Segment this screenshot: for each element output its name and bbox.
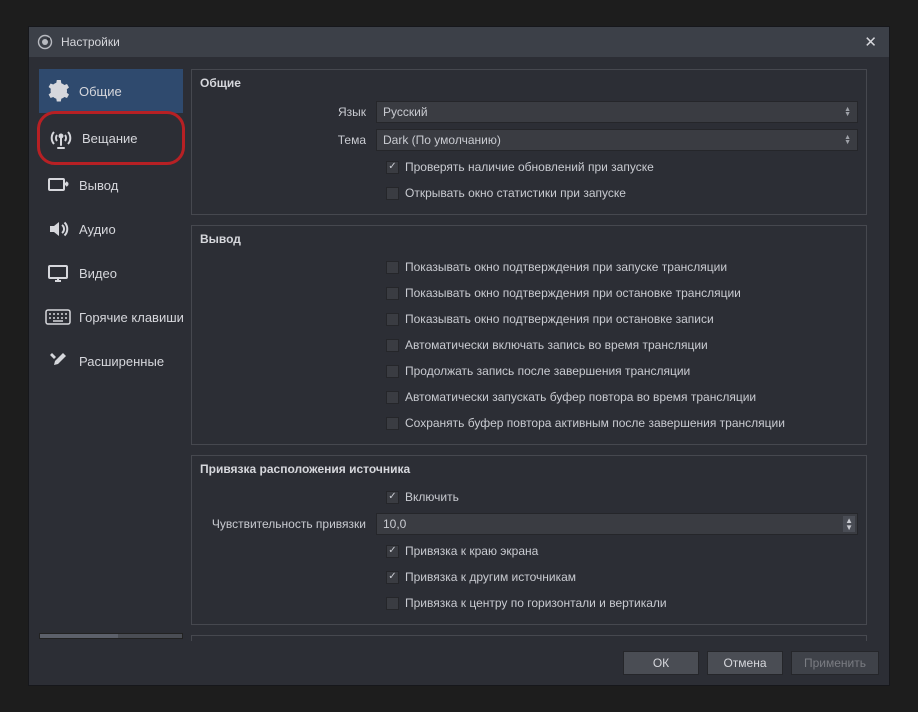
group-output: Вывод Показывать окно подтверждения при … — [191, 225, 867, 445]
checkbox-snap-other[interactable] — [386, 571, 399, 584]
updown-icon: ▲▼ — [844, 135, 851, 145]
gear-icon — [45, 78, 71, 104]
broadcast-icon — [48, 125, 74, 151]
checkbox-keep-recording[interactable] — [386, 365, 399, 378]
sidebar-item-label: Видео — [79, 266, 117, 281]
checkbox-snap-center[interactable] — [386, 597, 399, 610]
group-projectors: Проекторы Скрыть курсор за проекторы Пок… — [191, 635, 867, 641]
check-label: Автоматически включать запись во время т… — [405, 338, 708, 352]
sidebar-item-label: Расширенные — [79, 354, 164, 369]
group-title: Вывод — [192, 226, 866, 252]
check-label: Привязка к краю экрана — [405, 544, 538, 558]
settings-window: Настройки ✕ Общие Вещание — [28, 26, 890, 686]
sidebar-item-advanced[interactable]: Расширенные — [39, 339, 183, 383]
sidebar-item-video[interactable]: Видео — [39, 251, 183, 295]
checkbox-keep-replay[interactable] — [386, 417, 399, 430]
apply-button[interactable]: Применить — [791, 651, 879, 675]
group-title: Привязка расположения источника — [192, 456, 866, 482]
group-title: Проекторы — [192, 636, 866, 641]
language-label: Язык — [200, 105, 376, 119]
sensitivity-label: Чувствительность привязки — [200, 517, 376, 531]
check-label: Открывать окно статистики при запуске — [405, 186, 626, 200]
sidebar-item-stream[interactable]: Вещание — [42, 116, 180, 160]
checkbox-check-updates[interactable] — [386, 161, 399, 174]
check-label: Привязка к центру по горизонтали и верти… — [405, 596, 667, 610]
sidebar-scrollbar[interactable] — [39, 633, 183, 639]
cancel-button[interactable]: Отмена — [707, 651, 783, 675]
checkbox-open-stats[interactable] — [386, 187, 399, 200]
check-label: Продолжать запись после завершения транс… — [405, 364, 690, 378]
updown-icon: ▲▼ — [844, 107, 851, 117]
check-label: Показывать окно подтверждения при остано… — [405, 286, 741, 300]
check-label: Показывать окно подтверждения при остано… — [405, 312, 714, 326]
window-title: Настройки — [61, 35, 120, 49]
highlighted-stream-tab: Вещание — [37, 111, 185, 165]
check-label: Включить — [405, 490, 459, 504]
keyboard-icon — [45, 304, 71, 330]
checkbox-auto-record[interactable] — [386, 339, 399, 352]
sidebar-item-label: Вещание — [82, 131, 138, 146]
sidebar-item-general[interactable]: Общие — [39, 69, 183, 113]
sidebar-item-label: Аудио — [79, 222, 116, 237]
titlebar: Настройки ✕ — [29, 27, 889, 57]
checkbox-confirm-stop-record[interactable] — [386, 313, 399, 326]
checkbox-confirm-start-stream[interactable] — [386, 261, 399, 274]
content-area: Общие Язык Русский ▲▼ Тема — [191, 69, 879, 641]
group-snapping: Привязка расположения источника Включить… — [191, 455, 867, 625]
checkbox-snap-edge[interactable] — [386, 545, 399, 558]
check-label: Показывать окно подтверждения при запуск… — [405, 260, 727, 274]
audio-icon — [45, 216, 71, 242]
group-general: Общие Язык Русский ▲▼ Тема — [191, 69, 867, 215]
checkbox-snap-enable[interactable] — [386, 491, 399, 504]
sidebar-item-output[interactable]: Вывод — [39, 163, 183, 207]
output-icon — [45, 172, 71, 198]
close-icon[interactable]: ✕ — [860, 33, 881, 51]
sidebar-item-audio[interactable]: Аудио — [39, 207, 183, 251]
sidebar-item-label: Горячие клавиши — [79, 310, 183, 325]
tools-icon — [45, 348, 71, 374]
checkbox-confirm-stop-stream[interactable] — [386, 287, 399, 300]
video-icon — [45, 260, 71, 286]
ok-button[interactable]: ОК — [623, 651, 699, 675]
theme-label: Тема — [200, 133, 376, 147]
sidebar-item-hotkeys[interactable]: Горячие клавиши — [39, 295, 183, 339]
sidebar: Общие Вещание Вывод — [39, 69, 183, 641]
check-label: Сохранять буфер повтора активным после з… — [405, 416, 785, 430]
check-label: Автоматически запускать буфер повтора во… — [405, 390, 756, 404]
checkbox-auto-replay[interactable] — [386, 391, 399, 404]
sensitivity-spinbox[interactable]: 10,0 ▲▼ — [376, 513, 858, 535]
app-icon — [37, 34, 53, 50]
check-label: Проверять наличие обновлений при запуске — [405, 160, 654, 174]
sidebar-item-label: Общие — [79, 84, 122, 99]
check-label: Привязка к другим источникам — [405, 570, 576, 584]
sidebar-item-label: Вывод — [79, 178, 118, 193]
dialog-buttons: ОК Отмена Применить — [29, 645, 889, 685]
theme-select[interactable]: Dark (По умолчанию) ▲▼ — [376, 129, 858, 151]
group-title: Общие — [192, 70, 866, 96]
updown-icon: ▲▼ — [843, 516, 855, 532]
language-select[interactable]: Русский ▲▼ — [376, 101, 858, 123]
